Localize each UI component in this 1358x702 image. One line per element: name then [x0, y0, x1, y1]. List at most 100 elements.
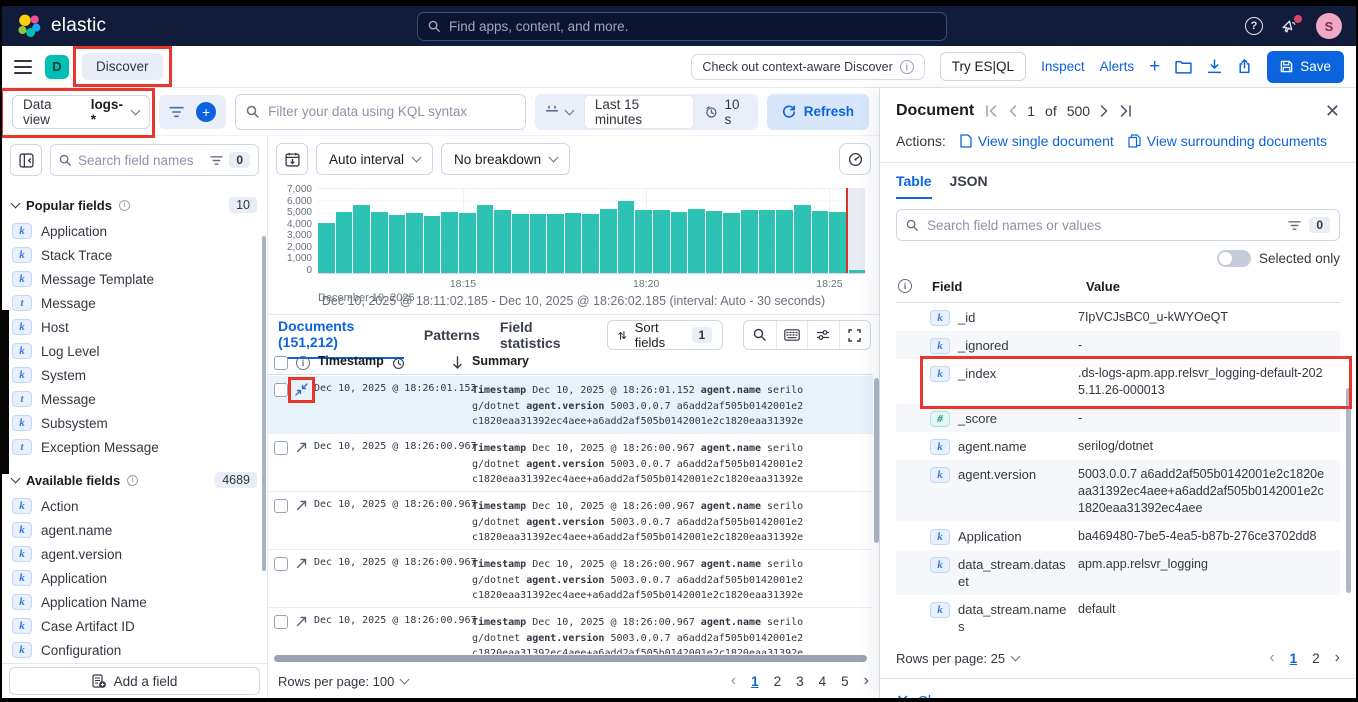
field-name[interactable]: _index [958, 364, 1070, 382]
save-button[interactable]: Save [1267, 51, 1344, 83]
field-value[interactable]: - [1078, 336, 1340, 354]
sidebar-field-item[interactable]: kMessage Template [12, 267, 257, 291]
sidebar-field-item[interactable]: kAction [12, 494, 257, 518]
field-value[interactable]: 5003.0.0.7 a6add2af505b0142001e2c1820eaa… [1078, 465, 1340, 517]
sidebar-field-item[interactable]: kConfiguration [12, 638, 257, 662]
help-icon[interactable]: ? [1245, 17, 1263, 35]
histogram-bar[interactable] [618, 201, 635, 274]
menu-icon[interactable] [14, 60, 32, 74]
flyout-scrollbar[interactable] [1346, 388, 1351, 593]
time-range-button[interactable]: Last 15 minutes [584, 95, 694, 129]
sort-desc-icon[interactable] [452, 356, 463, 370]
refresh-button[interactable]: Refresh [767, 94, 869, 130]
sidebar-field-item[interactable]: kSubsystem [12, 411, 257, 435]
sidebar-field-item[interactable]: kStack Trace [12, 243, 257, 267]
histogram-options-button[interactable] [839, 143, 871, 175]
try-esql-button[interactable]: Try ES|QL [940, 52, 1026, 81]
breadcrumb-discover[interactable]: Discover [82, 53, 163, 80]
expand-document-icon[interactable] [295, 499, 308, 512]
tab-documents[interactable]: Documents (151,212) [278, 311, 404, 359]
sidebar-field-item[interactable]: kApplication [12, 566, 257, 590]
refresh-interval-button[interactable]: 10 s [695, 94, 758, 130]
histogram-bar[interactable] [477, 205, 494, 273]
sidebar-field-item[interactable]: kCase Artifact ID [12, 614, 257, 638]
row-checkbox[interactable] [274, 383, 288, 397]
histogram-bar[interactable] [635, 210, 652, 273]
field-name[interactable]: data_stream.dataset [958, 555, 1070, 590]
download-icon[interactable] [1207, 59, 1222, 74]
histogram-bar[interactable] [424, 216, 441, 273]
tab-field-statistics[interactable]: Field statistics [500, 312, 587, 358]
search-in-table-button[interactable] [744, 321, 775, 349]
fullscreen-button[interactable] [839, 321, 870, 349]
field-value[interactable]: .ds-logs-apm.app.relsvr_logging-default-… [1078, 364, 1340, 399]
alerts-link[interactable]: Alerts [1100, 59, 1135, 74]
field-value[interactable]: serilog/dotnet [1078, 437, 1340, 455]
expand-document-icon[interactable] [295, 441, 308, 454]
page-number[interactable]: 2 [774, 674, 782, 689]
histogram-bar[interactable] [336, 212, 353, 273]
field-name[interactable]: agent.version [958, 465, 1070, 483]
field-name[interactable]: _id [958, 308, 1070, 326]
histogram-bar[interactable] [812, 211, 829, 273]
first-doc-icon[interactable] [985, 105, 998, 117]
field-value[interactable]: 7IpVCJsBC0_u-kWYOeQT [1078, 308, 1340, 326]
histogram-bar[interactable] [794, 205, 811, 273]
histogram-bar[interactable] [353, 205, 370, 273]
inspect-link[interactable]: Inspect [1041, 59, 1085, 74]
field-value[interactable]: default [1078, 600, 1340, 618]
filter-lines-icon[interactable] [169, 106, 184, 118]
edit-visualization-button[interactable] [276, 143, 308, 175]
expand-document-icon[interactable] [295, 557, 308, 570]
brand[interactable]: elastic [16, 13, 106, 39]
discover-app-badge[interactable]: D [45, 55, 69, 79]
prev-doc-icon[interactable] [1008, 105, 1017, 117]
histogram-bar[interactable] [318, 223, 335, 273]
page-number[interactable]: 3 [796, 674, 804, 689]
field-name[interactable]: Application [958, 527, 1070, 545]
view-surrounding-documents-link[interactable]: View surrounding documents [1128, 133, 1327, 149]
interval-select[interactable]: Auto interval [316, 143, 433, 175]
data-view-picker[interactable]: Data view logs-* [12, 95, 150, 129]
row-checkbox[interactable] [274, 499, 288, 513]
context-aware-pill[interactable]: Check out context-aware Discover i [691, 54, 924, 80]
next-doc-icon[interactable] [1100, 105, 1109, 117]
field-value[interactable]: - [1078, 409, 1340, 427]
page-number[interactable]: 2 [1312, 651, 1320, 666]
open-folder-icon[interactable] [1175, 60, 1192, 74]
share-icon[interactable] [1237, 59, 1252, 74]
histogram-bar[interactable] [759, 210, 776, 273]
prev-page-arrow[interactable]: ‹ [731, 673, 736, 689]
prev-page-arrow[interactable]: ‹ [1269, 650, 1274, 666]
histogram-bar[interactable] [829, 212, 846, 273]
page-number[interactable]: 5 [841, 674, 849, 689]
field-name[interactable]: data_stream.names [958, 600, 1070, 635]
sidebar-field-item[interactable]: kHost [12, 315, 257, 339]
histogram-bar[interactable] [547, 214, 564, 273]
histogram-bar[interactable] [671, 212, 688, 273]
histogram-bar[interactable] [706, 211, 723, 273]
sidebar-field-item[interactable]: kApplication [12, 219, 257, 243]
global-search-input[interactable]: Find apps, content, and more. [417, 12, 947, 41]
field-name[interactable]: agent.name [958, 437, 1070, 455]
sidebar-field-item[interactable]: kApplication Name [12, 590, 257, 614]
histogram-bar[interactable] [441, 212, 458, 273]
kql-search-input[interactable]: Filter your data using KQL syntax [235, 94, 526, 130]
newsfeed-icon[interactable] [1281, 18, 1298, 35]
tab-json[interactable]: JSON [950, 173, 988, 199]
histogram-bar[interactable] [565, 213, 582, 273]
value-column-header[interactable]: Value [1086, 279, 1120, 294]
date-picker-menu-button[interactable] [535, 94, 583, 130]
field-name[interactable]: _score [958, 409, 1070, 427]
avatar[interactable]: S [1316, 13, 1342, 39]
histogram-bar[interactable] [600, 209, 617, 273]
available-fields-header[interactable]: Available fields i 4689 [12, 472, 257, 488]
doc-field-search-input[interactable]: Search field names or values 0 [896, 209, 1340, 241]
sidebar-field-item[interactable]: kLog Level [12, 339, 257, 363]
next-page-arrow[interactable]: › [1335, 650, 1340, 666]
histogram-bar[interactable] [741, 210, 758, 273]
histogram-bar[interactable] [776, 210, 793, 273]
histogram-bar[interactable] [653, 210, 670, 273]
histogram-bar[interactable] [389, 215, 406, 273]
row-checkbox[interactable] [274, 615, 288, 629]
